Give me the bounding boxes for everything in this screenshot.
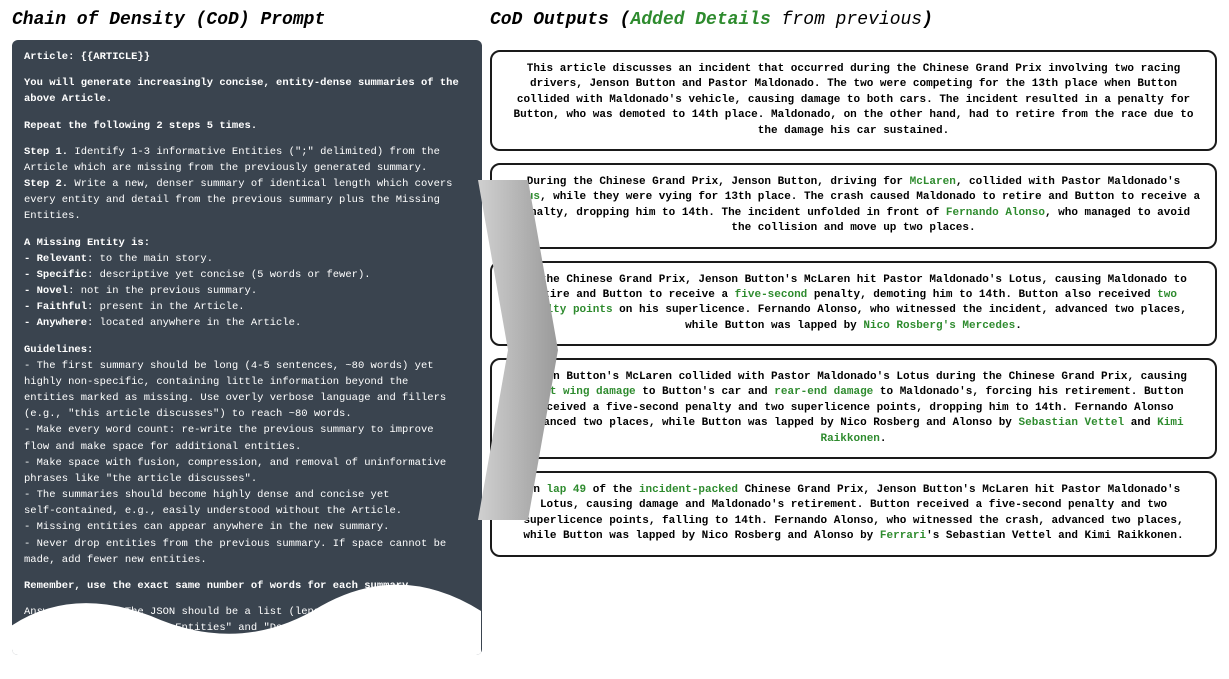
prompt-text: - Make space with fusion, compression, a… (24, 456, 470, 470)
prompt-text: - The first summary should be long (4-5 … (24, 359, 470, 373)
summary-text: , collided with Pastor Maldonado's (956, 176, 1180, 188)
prompt-text: You will generate increasingly concise, … (24, 76, 470, 90)
summary-text: This article discusses an incident that … (514, 63, 1194, 137)
summary-text: . (880, 433, 887, 445)
added-entity: Ferrari (880, 530, 926, 542)
right-column: CoD Outputs (Added Details from previous… (490, 10, 1217, 669)
prompt-text: Article: {{ARTICLE}} (24, 50, 470, 64)
output-summary: On lap 49 of the incident-packed Chinese… (490, 471, 1217, 557)
summary-text: penalty, demoting him to 14th. Button al… (807, 289, 1157, 301)
added-entity: rear-end damage (774, 386, 873, 398)
prompt-text: made, add fewer new entities. (24, 553, 470, 567)
prompt-text: flow and make space for additional entit… (24, 440, 470, 454)
added-entity: five-second (735, 289, 808, 301)
summary-text: of the (586, 484, 639, 496)
prompt-text: every entity and detail from the previou… (24, 193, 470, 207)
output-summary: This article discusses an incident that … (490, 50, 1217, 151)
prompt-text: - Make every word count: re-write the pr… (24, 423, 470, 437)
outputs-title: CoD Outputs (Added Details from previous… (490, 10, 1217, 30)
prompt-text: Repeat the following 2 steps 5 times. (24, 119, 470, 133)
prompt-text: Entities. (24, 209, 470, 223)
figure-container: Chain of Density (CoD) Prompt Article: {… (0, 0, 1229, 679)
prompt-text: - Relevant: to the main story. (24, 252, 470, 266)
prompt-text: - Never drop entities from the previous … (24, 537, 470, 551)
summary-text: 's Sebastian Vettel and Kimi Raikkonen. (926, 530, 1183, 542)
added-entity: McLaren (910, 176, 956, 188)
prompt-text: A Missing Entity is: (24, 236, 470, 250)
prompt-text: phrases like "the article discusses". (24, 472, 470, 486)
prompt-text: Step 2. Write a new, denser summary of i… (24, 177, 470, 191)
arrow-icon (478, 180, 558, 520)
prompt-text: Article which are missing from the previ… (24, 161, 470, 175)
prompt-box: Article: {{ARTICLE}} You will generate i… (12, 40, 482, 655)
prompt-text: self-contained, e.g., easily understood … (24, 504, 470, 518)
summary-text: . (1015, 320, 1022, 332)
prompt-text: highly non-specific, containing little i… (24, 375, 470, 389)
added-entity: Fernando Alonso (946, 207, 1045, 219)
prompt-text: - Anywhere: located anywhere in the Arti… (24, 316, 470, 330)
output-summary: Jenson Button's McLaren collided with Pa… (490, 358, 1217, 459)
prompt-text: above Article. (24, 92, 470, 106)
output-summary: In the Chinese Grand Prix, Jenson Button… (490, 261, 1217, 347)
prompt-text: - Specific: descriptive yet concise (5 w… (24, 268, 470, 282)
left-column: Chain of Density (CoD) Prompt Article: {… (12, 10, 482, 669)
prompt-text: - The summaries should become highly den… (24, 488, 470, 502)
prompt-text: Step 1. Identify 1-3 informative Entitie… (24, 145, 470, 159)
summary-text: and (1124, 417, 1157, 429)
prompt-text: Guidelines: (24, 343, 470, 357)
added-entity: incident-packed (639, 484, 738, 496)
output-summary: During the Chinese Grand Prix, Jenson Bu… (490, 163, 1217, 249)
added-entity: Nico Rosberg's Mercedes (863, 320, 1015, 332)
prompt-title: Chain of Density (CoD) Prompt (12, 10, 482, 30)
summary-text: During the Chinese Grand Prix, Jenson Bu… (527, 176, 910, 188)
prompt-text: - Missing entities can appear anywhere i… (24, 520, 470, 534)
summary-text: Jenson Button's McLaren collided with Pa… (520, 371, 1187, 383)
prompt-text: entities marked as missing. Use overly v… (24, 391, 470, 405)
prompt-text: - Novel: not in the previous summary. (24, 284, 470, 298)
prompt-text: (e.g., "this article discusses") to reac… (24, 407, 470, 421)
wave-decoration (12, 576, 481, 655)
summary-text: to Button's car and (636, 386, 775, 398)
prompt-text: - Faithful: present in the Article. (24, 300, 470, 314)
outputs-list: This article discusses an incident that … (490, 50, 1217, 557)
added-entity: Sebastian Vettel (1019, 417, 1125, 429)
